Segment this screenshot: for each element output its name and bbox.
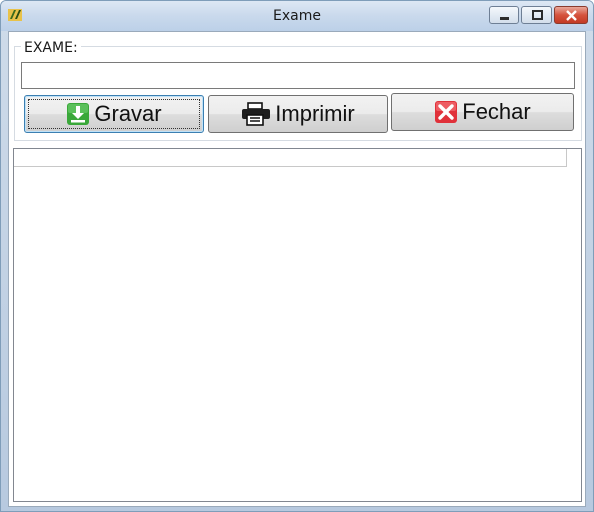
close-icon xyxy=(566,10,577,21)
fechar-label: Fechar xyxy=(462,99,531,124)
exame-input[interactable] xyxy=(21,62,575,89)
fechar-button[interactable]: Fechar xyxy=(391,93,574,131)
printer-icon xyxy=(242,102,271,126)
maximize-button[interactable] xyxy=(521,6,552,24)
client-area: EXAME: Gravar Imprimir Fechar xyxy=(8,31,586,507)
title-bar[interactable]: Exame xyxy=(1,1,593,31)
list-header[interactable] xyxy=(14,149,567,167)
minimize-button[interactable] xyxy=(489,6,519,24)
maximize-icon xyxy=(532,10,543,20)
exame-label: EXAME: xyxy=(21,40,81,56)
window: Exame EXAME: Gravar Imprimir Fechar xyxy=(0,0,594,512)
gravar-button[interactable]: Gravar xyxy=(24,95,204,133)
focus-rect xyxy=(28,99,200,129)
imprimir-label: Imprimir xyxy=(275,101,355,126)
close-button[interactable] xyxy=(554,6,588,24)
imprimir-button[interactable]: Imprimir xyxy=(208,95,388,133)
minimize-icon xyxy=(500,17,509,20)
exam-list[interactable] xyxy=(13,148,582,502)
close-x-icon xyxy=(435,101,458,123)
